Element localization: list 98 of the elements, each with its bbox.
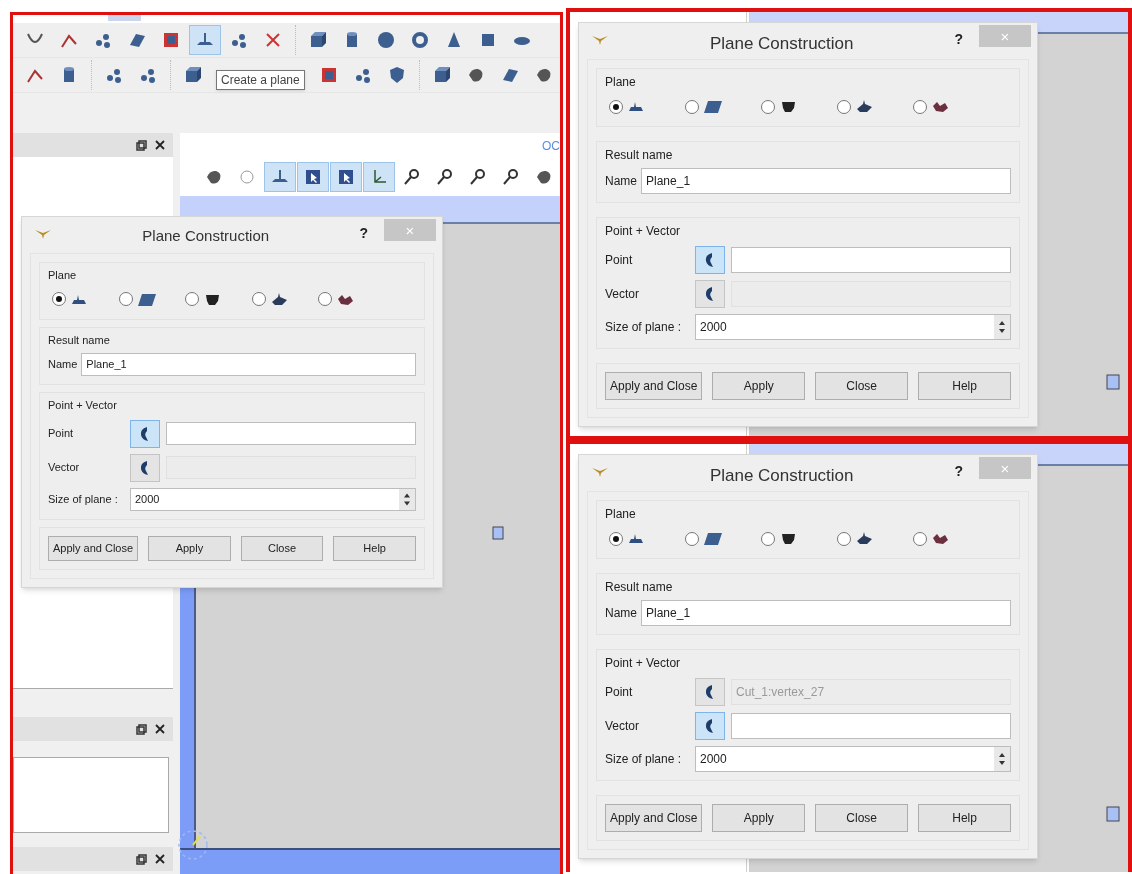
- field-label: Size of plane :: [605, 319, 683, 336]
- tooltip: Create a plane: [216, 70, 305, 90]
- dialog-button[interactable]: Help: [918, 804, 1011, 832]
- window-title: Plane Construction: [141, 226, 271, 246]
- radio-button[interactable]: [761, 531, 775, 546]
- close-icon[interactable]: [155, 140, 166, 150]
- toolbar-button[interactable]: [297, 162, 329, 192]
- dialog-button[interactable]: Close: [815, 804, 909, 832]
- toolbar-button[interactable]: [330, 162, 362, 192]
- viewer-title: OC: [542, 137, 560, 155]
- group-label: Plane: [605, 75, 636, 89]
- cursor-icon: [336, 167, 356, 187]
- dialog-button[interactable]: Apply and Close: [605, 804, 703, 832]
- spin-arrows-icon: [399, 488, 415, 510]
- group-label: Result name: [48, 333, 111, 348]
- group-label: Result name: [605, 147, 674, 164]
- square-icon: [1106, 374, 1120, 390]
- field-label: Size of plane :: [48, 491, 119, 507]
- search-icon: [435, 167, 455, 187]
- dialog-button[interactable]: Apply: [712, 372, 806, 400]
- group-label: Plane: [48, 269, 77, 281]
- name-field[interactable]: Plane_1: [641, 600, 1011, 626]
- spin-box[interactable]: 2000: [695, 314, 1011, 340]
- radio-button[interactable]: [837, 99, 851, 114]
- help-icon[interactable]: ?: [954, 461, 963, 482]
- dialog-button[interactable]: Close: [240, 536, 324, 561]
- radio-button[interactable]: [318, 292, 332, 306]
- selection-field[interactable]: [166, 422, 416, 445]
- field-label: Vector: [605, 718, 641, 735]
- torus-icon: [410, 30, 430, 50]
- field-label: Name: [48, 356, 78, 372]
- window-title: Plane Construction: [708, 33, 855, 55]
- window-title: Plane Construction: [708, 465, 855, 487]
- radio-button[interactable]: [609, 99, 623, 114]
- field-label: Point: [605, 684, 634, 701]
- cube-icon: [308, 30, 328, 50]
- group-label: Plane: [605, 507, 636, 521]
- spin-arrows-icon: [994, 747, 1010, 771]
- radio-button[interactable]: [118, 292, 133, 306]
- sphere-icon: [376, 30, 396, 50]
- radio-button[interactable]: [52, 292, 66, 306]
- circle-icon: [237, 167, 257, 187]
- selection-field[interactable]: [731, 247, 1011, 273]
- radio-button[interactable]: [837, 531, 851, 546]
- dialog-button[interactable]: Apply: [148, 536, 231, 561]
- selection-button[interactable]: [130, 419, 160, 448]
- radio-button[interactable]: [913, 531, 927, 546]
- radio-button[interactable]: [185, 292, 199, 306]
- radio-button[interactable]: [685, 99, 699, 114]
- selection-button[interactable]: [695, 246, 725, 274]
- search-icon: [501, 167, 521, 187]
- spin-box[interactable]: 2000: [130, 487, 416, 511]
- shield-icon: [387, 65, 407, 85]
- field-label: Point: [48, 426, 75, 442]
- float-icon[interactable]: [136, 139, 148, 151]
- dialog-button[interactable]: Apply and Close: [605, 372, 703, 400]
- square-icon: [1106, 806, 1120, 822]
- spin-arrows-icon: [994, 315, 1010, 339]
- dialog-button[interactable]: Apply: [712, 804, 806, 832]
- group-label: Point + Vector: [48, 398, 118, 413]
- float-icon[interactable]: [136, 723, 148, 735]
- search-icon: [402, 167, 422, 187]
- radio-button[interactable]: [685, 531, 699, 546]
- spin-box[interactable]: 2000: [695, 746, 1011, 772]
- dialog-button[interactable]: Help: [333, 536, 416, 561]
- field-label: Name: [605, 173, 637, 190]
- axes-icon: [176, 828, 210, 862]
- field-label: Vector: [48, 460, 81, 476]
- name-field[interactable]: Plane_1: [81, 352, 416, 376]
- group-label: Point + Vector: [605, 655, 682, 672]
- cursor-icon: [303, 167, 323, 187]
- help-icon[interactable]: ?: [954, 29, 963, 50]
- field-label: Size of plane :: [605, 751, 683, 768]
- cube-icon: [432, 65, 452, 85]
- dialog-button[interactable]: Help: [918, 372, 1011, 400]
- frame-icon: [161, 30, 181, 50]
- help-icon[interactable]: ?: [359, 223, 368, 244]
- frame-icon: [319, 65, 339, 85]
- close-icon[interactable]: [155, 854, 166, 864]
- name-field[interactable]: Plane_1: [641, 168, 1011, 194]
- radio-button[interactable]: [609, 531, 623, 546]
- dialog-button[interactable]: Apply and Close: [48, 536, 139, 561]
- radio-button[interactable]: [251, 292, 266, 306]
- cube-icon: [183, 65, 203, 85]
- float-icon[interactable]: [136, 853, 148, 865]
- dialog-button[interactable]: Close: [815, 372, 909, 400]
- field-label: Point: [605, 252, 634, 269]
- search-icon: [468, 167, 488, 187]
- field-label: Name: [605, 605, 637, 622]
- selection-field[interactable]: [731, 713, 1011, 739]
- selection-button[interactable]: [695, 712, 725, 740]
- group-label: Point + Vector: [605, 223, 682, 240]
- radio-button[interactable]: [913, 99, 927, 114]
- field-label: Vector: [605, 286, 641, 303]
- square-icon: [492, 526, 504, 540]
- radio-button[interactable]: [761, 99, 775, 114]
- group-label: Result name: [605, 579, 674, 596]
- close-icon[interactable]: [155, 724, 166, 734]
